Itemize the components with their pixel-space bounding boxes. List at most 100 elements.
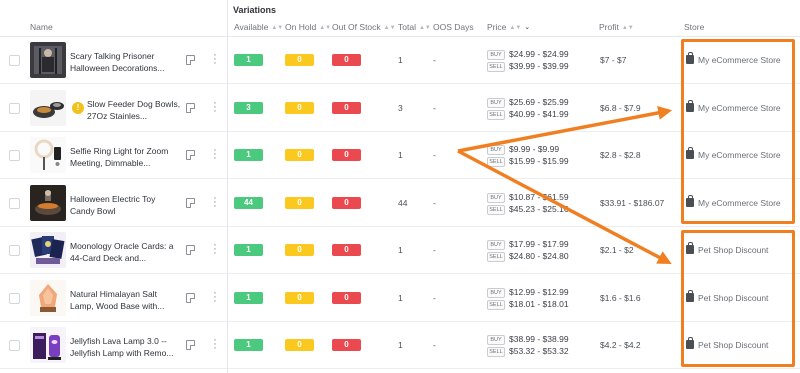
store-cell[interactable]: My eCommerce Store [686, 194, 781, 208]
column-header-price[interactable]: Price ▲▼ ⌄ [487, 22, 530, 32]
sort-icon[interactable]: ▲▼ [271, 25, 283, 31]
sell-price: SELL $39.99 - $39.99 [487, 61, 569, 72]
product-name-link[interactable]: Jellyfish Lava Lamp 3.0 -- Jellyfish Lam… [70, 335, 182, 359]
out-of-stock-count-badge[interactable]: 0 [332, 244, 361, 256]
product-thumbnail[interactable] [30, 279, 66, 316]
buy-price-range: $9.99 - $9.99 [509, 144, 560, 154]
sort-icon[interactable]: ▲▼ [319, 25, 331, 31]
more-options-icon[interactable]: · · · [210, 287, 220, 306]
table-row[interactable]: Moonology Oracle Cards: a 44-Card Deck a… [0, 227, 800, 274]
available-count-badge[interactable]: 1 [234, 244, 263, 256]
sell-price-range: $45.23 - $25.16 [509, 203, 569, 214]
warning-icon[interactable]: ! [72, 101, 84, 114]
sort-icon[interactable]: ▲▼ [384, 25, 396, 31]
note-icon[interactable] [186, 245, 195, 255]
available-count-badge[interactable]: 44 [234, 196, 263, 209]
buy-price-range: $24.99 - $24.99 [509, 49, 569, 59]
row-checkbox[interactable] [9, 292, 20, 304]
store-cell[interactable]: Pet Shop Discount [686, 242, 768, 255]
note-icon[interactable] [186, 197, 195, 208]
store-cell[interactable]: Pet Shop Discount [686, 337, 768, 350]
product-thumbnail[interactable] [30, 42, 66, 78]
table-row[interactable]: Natural Himalayan Salt Lamp, Wood Base w… [0, 275, 800, 322]
column-header-oos-days[interactable]: OOS Days [433, 22, 474, 32]
available-count-badge[interactable]: 1 [234, 149, 263, 161]
available-count-badge[interactable]: 1 [234, 54, 263, 66]
store-cell[interactable]: Pet Shop Discount [686, 289, 768, 303]
column-header-out-of-stock[interactable]: Out Of Stock ▲▼ [332, 22, 396, 32]
row-checkbox[interactable] [9, 197, 20, 209]
oos-days-value: - [433, 340, 436, 350]
product-name-link[interactable]: Scary Talking Prisoner Halloween Decorat… [70, 50, 182, 74]
more-options-icon[interactable]: · · · [210, 50, 220, 69]
on-hold-count-badge[interactable]: 0 [285, 196, 314, 209]
row-checkbox[interactable] [9, 102, 20, 114]
product-thumbnail[interactable] [30, 184, 66, 221]
store-cell[interactable]: My eCommerce Store [686, 147, 781, 160]
note-icon[interactable] [186, 340, 195, 350]
note-icon[interactable] [186, 292, 195, 303]
product-thumbnail[interactable] [30, 89, 66, 126]
product-thumbnail[interactable] [30, 137, 66, 173]
buy-tag: BUY [487, 50, 505, 60]
shopping-bag-icon [686, 147, 694, 159]
note-icon[interactable] [186, 150, 195, 160]
available-count-badge[interactable]: 1 [234, 339, 263, 351]
sort-icon[interactable]: ▲▼ [509, 25, 521, 31]
on-hold-count-badge[interactable]: 0 [285, 54, 314, 66]
store-cell[interactable]: My eCommerce Store [686, 99, 781, 113]
on-hold-count-badge[interactable]: 0 [285, 101, 314, 114]
table-row[interactable]: Halloween Electric Toy Candy Bowl · · · 44 0 0… [0, 180, 800, 227]
more-options-icon[interactable]: · · · [210, 240, 220, 259]
on-hold-count-badge[interactable]: 0 [285, 244, 314, 256]
out-of-stock-count-badge[interactable]: 0 [332, 54, 361, 66]
column-header-on-hold[interactable]: On Hold ▲▼ [285, 22, 331, 32]
on-hold-count-badge[interactable]: 0 [285, 291, 314, 304]
product-thumbnail[interactable] [30, 327, 66, 363]
product-name-link[interactable]: Natural Himalayan Salt Lamp, Wood Base w… [70, 288, 182, 312]
row-checkbox[interactable] [9, 340, 20, 351]
table-row[interactable]: Selfie Ring Light for Zoom Meeting, Dimm… [0, 132, 800, 179]
sort-icon[interactable]: ▲▼ [419, 25, 431, 31]
product-thumbnail[interactable] [30, 232, 66, 268]
buy-price: BUY $38.99 - $38.99 [487, 334, 569, 345]
row-checkbox[interactable] [9, 150, 20, 161]
product-name-link[interactable]: Moonology Oracle Cards: a 44-Card Deck a… [70, 240, 182, 264]
table-row[interactable]: Scary Talking Prisoner Halloween Decorat… [0, 37, 800, 84]
available-count-badge[interactable]: 1 [234, 291, 263, 304]
sort-icon[interactable]: ▲▼ [622, 25, 634, 31]
column-header-name[interactable]: Name [30, 22, 53, 32]
more-options-icon[interactable]: · · · [210, 192, 220, 211]
out-of-stock-count-badge[interactable]: 0 [332, 291, 361, 304]
on-hold-count-badge[interactable]: 0 [285, 149, 314, 161]
more-options-icon[interactable]: · · · [210, 145, 220, 164]
column-header-available[interactable]: Available ▲▼ [234, 22, 283, 32]
note-icon[interactable] [186, 55, 195, 65]
product-name-link[interactable]: Slow Feeder Dog Bowls, 27Oz Stainles... [87, 98, 182, 122]
product-name-link[interactable]: Halloween Electric Toy Candy Bowl [70, 193, 182, 217]
more-options-icon[interactable]: · · · [210, 97, 220, 116]
out-of-stock-count-badge[interactable]: 0 [332, 149, 361, 161]
buy-tag: BUY [487, 192, 505, 203]
store-name: My eCommerce Store [698, 102, 781, 113]
store-cell[interactable]: My eCommerce Store [686, 52, 781, 65]
row-checkbox[interactable] [9, 245, 20, 256]
more-options-icon[interactable]: · · · [210, 335, 220, 354]
sort-descending-icon[interactable]: ⌄ [524, 23, 530, 31]
oos-days-value: - [433, 197, 436, 208]
note-icon[interactable] [186, 102, 195, 113]
column-header-store[interactable]: Store [684, 22, 704, 32]
available-count-badge[interactable]: 3 [234, 101, 263, 114]
out-of-stock-count-badge[interactable]: 0 [332, 101, 361, 114]
out-of-stock-count-badge[interactable]: 0 [332, 339, 361, 351]
column-header-total[interactable]: Total ▲▼ [398, 22, 431, 32]
product-name-link[interactable]: Selfie Ring Light for Zoom Meeting, Dimm… [70, 145, 182, 169]
column-header-profit[interactable]: Profit ▲▼ [599, 22, 634, 32]
shopping-bag-icon [686, 242, 694, 254]
out-of-stock-count-badge[interactable]: 0 [332, 196, 361, 209]
row-checkbox[interactable] [9, 55, 20, 66]
table-row[interactable]: Jellyfish Lava Lamp 3.0 -- Jellyfish Lam… [0, 322, 800, 369]
table-row[interactable]: ! Slow Feeder Dog Bowls, 27Oz Stainles...… [0, 85, 800, 132]
on-hold-count-badge[interactable]: 0 [285, 339, 314, 351]
sell-tag: SELL [487, 157, 505, 167]
